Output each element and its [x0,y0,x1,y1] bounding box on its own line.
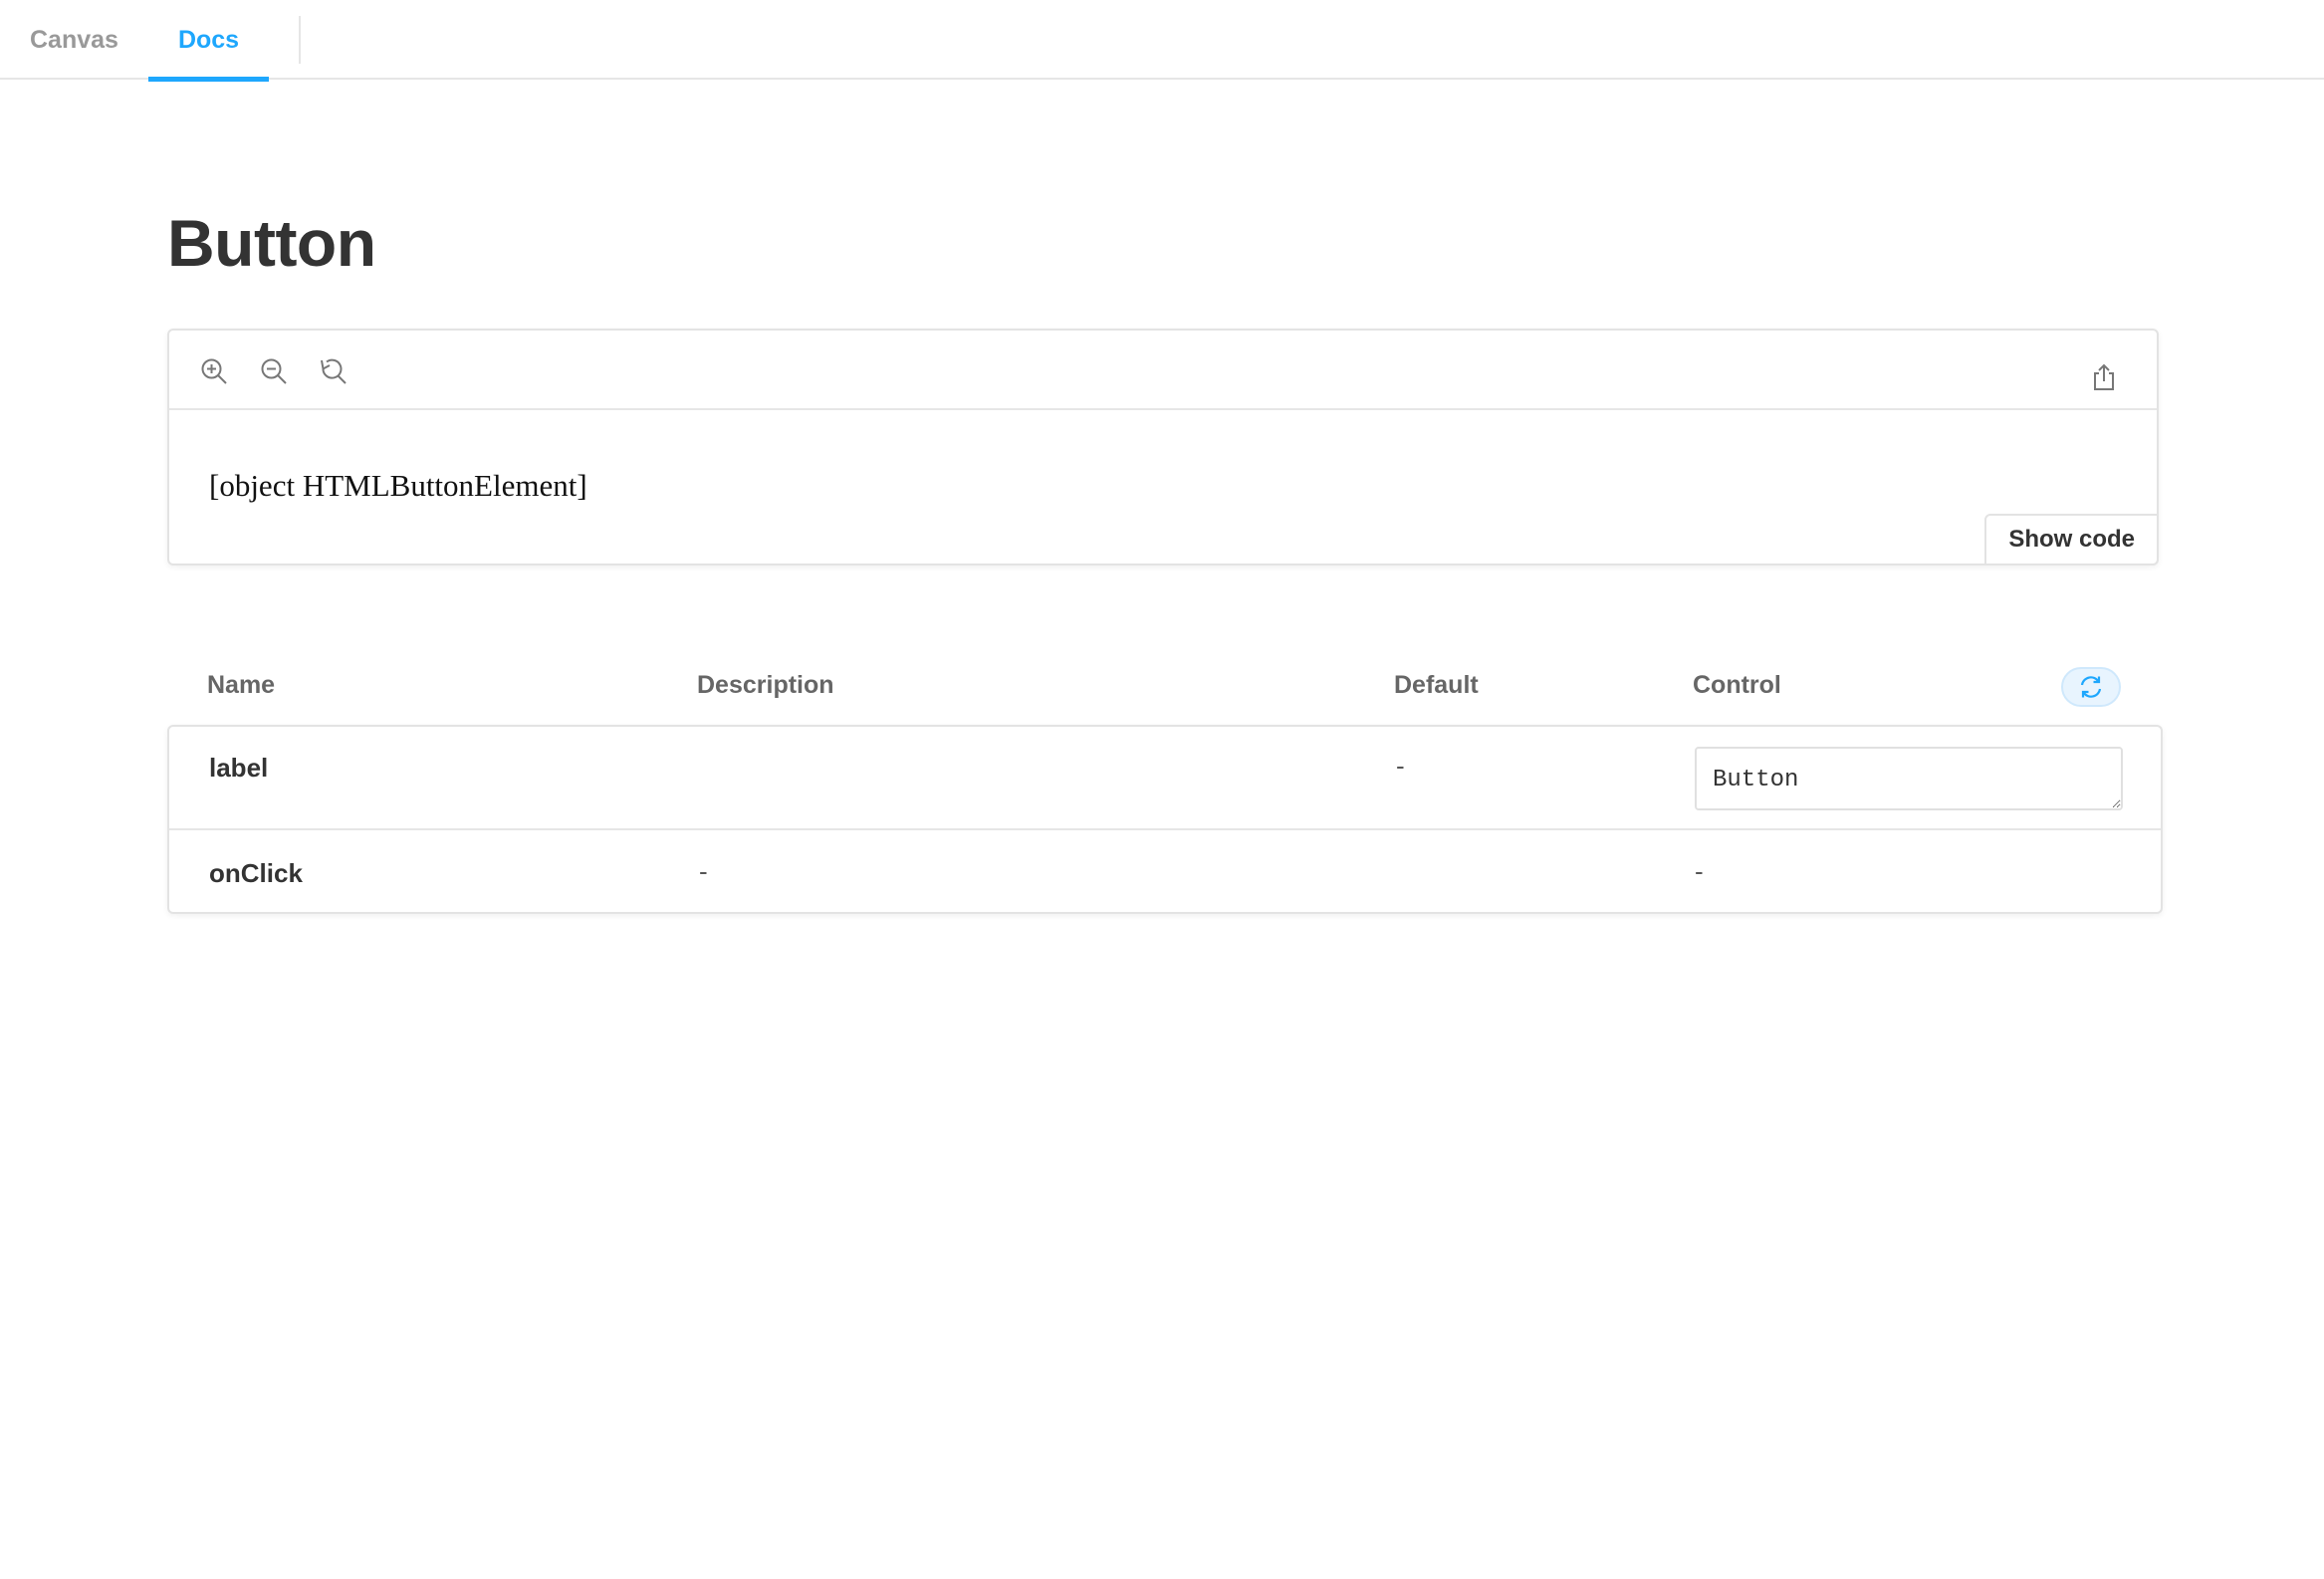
arg-name-onclick: onClick [209,858,303,888]
column-header-control: Control [1693,671,1781,699]
column-header-name: Name [207,671,276,699]
tab-bar: Canvas Docs [0,0,2324,82]
reset-controls-button[interactable] [2061,667,2121,707]
share-icon[interactable] [2087,360,2121,394]
arg-name-label: label [209,753,269,783]
column-header-default: Default [1394,671,1479,699]
label-text-control[interactable] [1695,747,2123,810]
table-row: onClick - - [169,832,2161,912]
story-preview: [object HTMLButtonElement] Show code [167,329,2159,565]
show-code-button[interactable]: Show code [1984,514,2159,565]
preview-output: [object HTMLButtonElement] [209,468,587,503]
preview-canvas: [object HTMLButtonElement] Show code [169,410,2159,565]
zoom-in-icon[interactable] [197,354,231,388]
args-table-header: Name Description Default Control [167,657,2163,717]
arg-default: - [1396,751,1405,781]
table-row: label - [169,727,2161,830]
tab-docs[interactable]: Docs [147,0,270,82]
zoom-out-icon[interactable] [257,354,291,388]
reset-zoom-icon[interactable] [317,354,350,388]
arg-description: - [699,856,708,886]
tab-canvas[interactable]: Canvas [0,0,148,80]
arg-control: - [1695,856,1704,886]
page-title: Button [167,206,376,280]
args-table: label - onClick - - [167,725,2163,914]
tab-divider [299,16,302,64]
sync-icon [2080,676,2102,698]
column-header-description: Description [697,671,834,699]
preview-toolbar [169,331,2157,410]
